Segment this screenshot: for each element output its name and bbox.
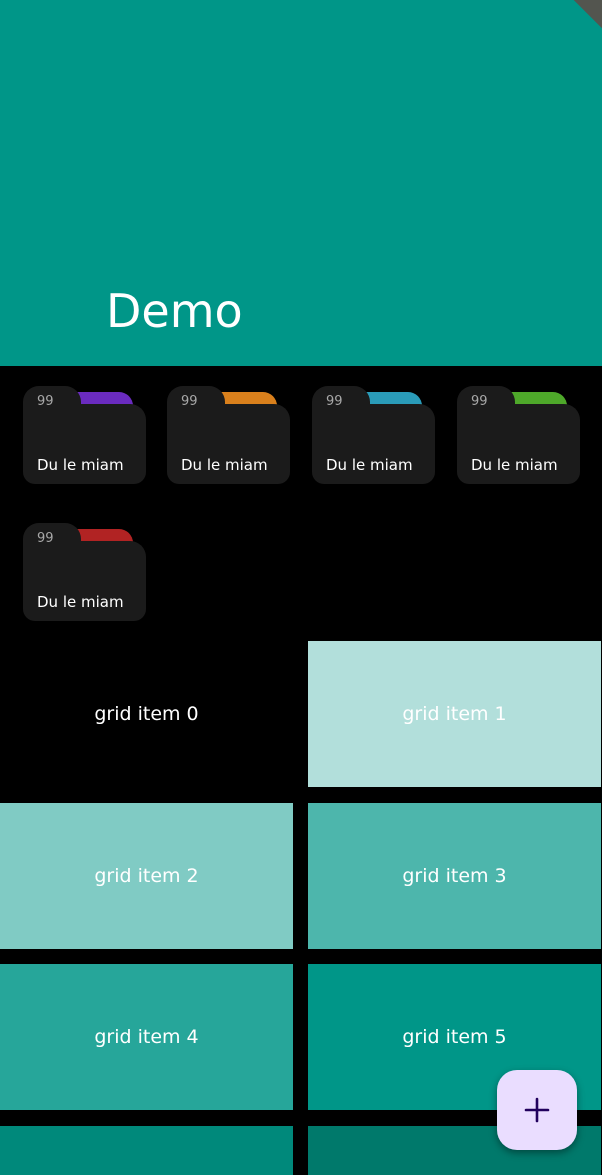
folder-label: Du le miam <box>326 456 413 474</box>
page-title: Demo <box>106 284 243 338</box>
folder-count: 99 <box>37 394 54 409</box>
add-button[interactable] <box>497 1070 577 1150</box>
folder-card[interactable]: 99 Du le miam <box>167 386 290 484</box>
folder-card[interactable]: 99 Du le miam <box>312 386 435 484</box>
grid-item[interactable] <box>0 1126 293 1175</box>
grid-item-label: grid item 3 <box>402 865 507 887</box>
folder-card[interactable]: 99 Du le miam <box>457 386 580 484</box>
folder-card[interactable]: 99 Du le miam <box>23 523 146 621</box>
app-bar: Demo <box>0 0 602 366</box>
folder-label: Du le miam <box>37 593 124 611</box>
grid-item-label: grid item 2 <box>94 865 199 887</box>
folder-count: 99 <box>326 394 343 409</box>
folder-label: Du le miam <box>471 456 558 474</box>
grid-item[interactable]: grid item 0 <box>0 641 293 787</box>
grid-item-label: grid item 1 <box>402 703 507 725</box>
folder-count: 99 <box>471 394 488 409</box>
grid-item[interactable]: grid item 1 <box>308 641 601 787</box>
debug-banner-corner <box>573 0 602 29</box>
grid-item[interactable]: grid item 3 <box>308 803 601 949</box>
folder-card[interactable]: 99 Du le miam <box>23 386 146 484</box>
grid-item-label: grid item 4 <box>94 1026 199 1048</box>
grid-item-label: grid item 5 <box>402 1026 507 1048</box>
plus-icon <box>524 1097 550 1123</box>
folder-count: 99 <box>181 394 198 409</box>
folder-label: Du le miam <box>181 456 268 474</box>
grid-item[interactable]: grid item 4 <box>0 964 293 1110</box>
folder-label: Du le miam <box>37 456 124 474</box>
grid-item-label: grid item 0 <box>94 703 199 725</box>
folder-count: 99 <box>37 531 54 546</box>
grid-item[interactable]: grid item 2 <box>0 803 293 949</box>
